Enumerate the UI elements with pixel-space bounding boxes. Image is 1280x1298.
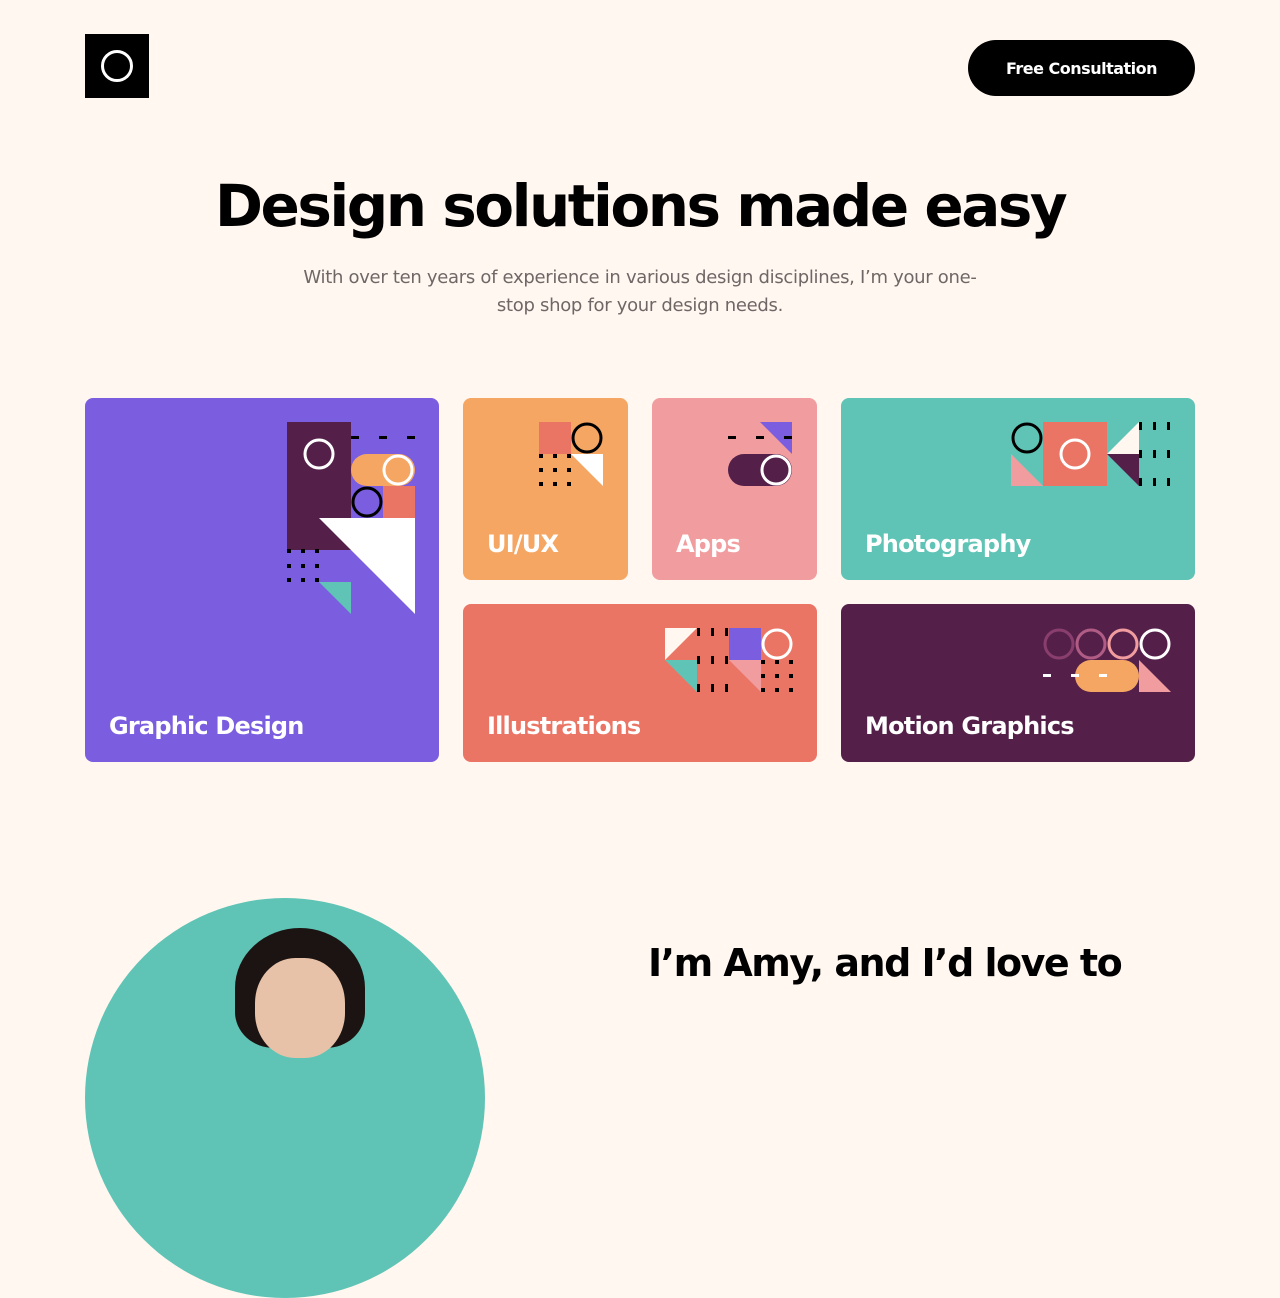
portrait-face: [255, 958, 345, 1058]
service-card-label: Graphic Design: [109, 712, 304, 740]
ring-logo-icon: [101, 50, 133, 82]
service-card-graphic-design[interactable]: Graphic Design: [85, 398, 439, 762]
graphic-design-illustration-icon: [287, 422, 415, 614]
service-card-label: Illustrations: [487, 712, 641, 740]
service-card-label: Photography: [865, 530, 1031, 558]
service-card-motion-graphics[interactable]: Motion Graphics: [841, 604, 1195, 762]
service-card-label: Motion Graphics: [865, 712, 1075, 740]
service-card-ui-ux[interactable]: UI/UX: [463, 398, 628, 580]
hero-title: Design solutions made easy: [214, 172, 1068, 240]
service-card-illustrations[interactable]: Illustrations: [463, 604, 817, 762]
hero-subtitle: With over ten years of experience in var…: [303, 267, 977, 316]
service-card-apps[interactable]: Apps: [652, 398, 817, 580]
service-card-photography[interactable]: Photography: [841, 398, 1195, 580]
portrait-photo: [85, 898, 485, 1298]
logo[interactable]: [85, 34, 149, 98]
service-card-label: UI/UX: [487, 530, 559, 558]
free-consultation-button[interactable]: Free Consultation: [968, 40, 1195, 96]
service-card-label: Apps: [676, 530, 741, 558]
about-heading: I’m Amy, and I’d love to: [648, 941, 1123, 985]
